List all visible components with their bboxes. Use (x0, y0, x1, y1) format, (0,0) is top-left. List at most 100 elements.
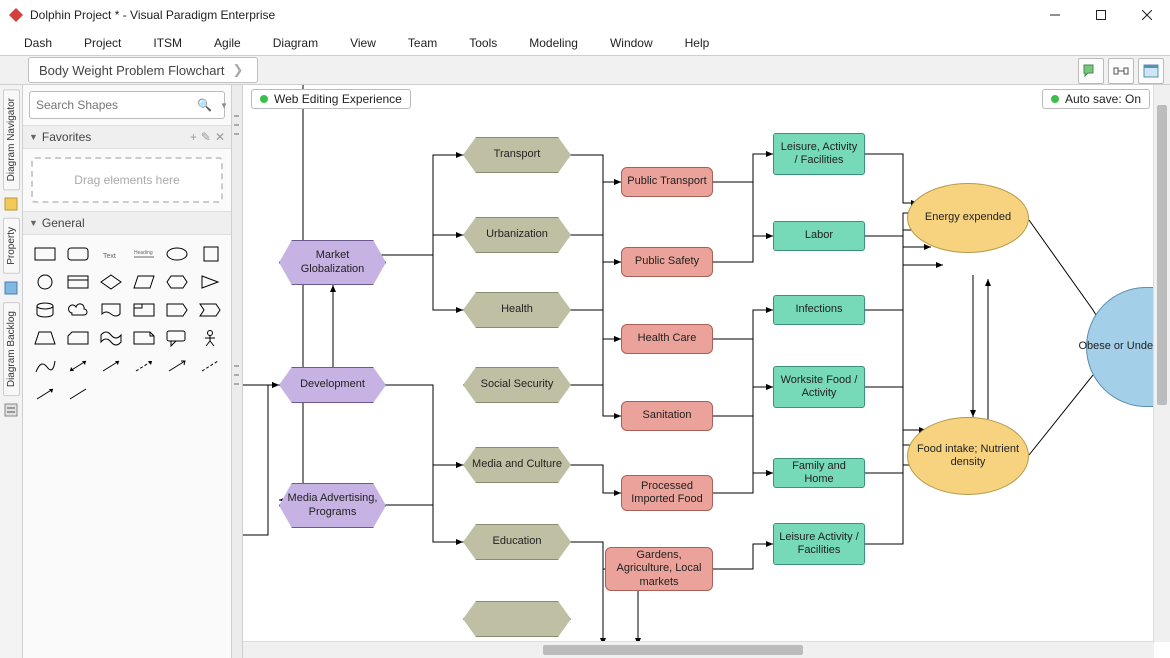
shape-ellipse[interactable] (161, 241, 192, 267)
node-transport[interactable]: Transport (463, 137, 571, 173)
shape-trapezoid[interactable] (29, 325, 60, 351)
shape-circle[interactable] (29, 269, 60, 295)
shape-diamond[interactable] (95, 269, 126, 295)
menu-team[interactable]: Team (392, 32, 453, 54)
shape-document[interactable] (95, 297, 126, 323)
menu-window[interactable]: Window (594, 32, 669, 54)
shape-text[interactable]: Text (95, 241, 126, 267)
web-editing-banner[interactable]: Web Editing Experience (251, 89, 411, 109)
autosave-banner[interactable]: Auto save: On (1042, 89, 1150, 109)
node-leisure-facilities[interactable]: Leisure, Activity / Facilities (773, 133, 865, 175)
sidetab-diagram-backlog[interactable]: Diagram Backlog (3, 302, 20, 396)
shape-line-arrow2[interactable] (29, 381, 60, 407)
shape-rect[interactable] (29, 241, 60, 267)
feedback-icon[interactable] (1078, 58, 1104, 84)
close-button[interactable] (1124, 0, 1170, 30)
shape-roundrect[interactable] (62, 241, 93, 267)
backlog-icon (3, 402, 19, 418)
node-media-advertising[interactable]: Media Advertising, Programs (279, 483, 386, 528)
panel-icon[interactable] (1138, 58, 1164, 84)
sidetab-diagram-navigator[interactable]: Diagram Navigator (3, 89, 20, 190)
shape-hexagon[interactable] (161, 269, 192, 295)
sidetab-property[interactable]: Property (3, 218, 20, 274)
shape-frame[interactable] (128, 297, 159, 323)
general-header[interactable]: ▼ General (23, 211, 231, 235)
shape-data[interactable] (161, 297, 192, 323)
shape-arrow-bi[interactable] (62, 353, 93, 379)
node-hex-bottom[interactable] (463, 601, 571, 637)
node-health-care[interactable]: Health Care (621, 324, 713, 354)
node-labor[interactable]: Labor (773, 221, 865, 251)
node-worksite-food[interactable]: Worksite Food / Activity (773, 366, 865, 408)
node-sanitation[interactable]: Sanitation (621, 401, 713, 431)
menu-dash[interactable]: Dash (8, 32, 68, 54)
splitter[interactable] (232, 85, 243, 658)
favorites-header[interactable]: ▼ Favorites + ✎ ✕ (23, 125, 231, 149)
search-container: 🔍 ▼ (23, 85, 231, 125)
shape-dash-arrow[interactable] (128, 353, 159, 379)
edit-icon[interactable]: ✎ (201, 130, 211, 144)
node-development[interactable]: Development (279, 367, 386, 403)
scrollbar-thumb[interactable] (1157, 105, 1167, 405)
scrollbar-thumb[interactable] (543, 645, 803, 655)
shape-step[interactable] (194, 297, 225, 323)
node-social-security[interactable]: Social Security (463, 367, 571, 403)
shape-note[interactable] (128, 325, 159, 351)
node-public-safety[interactable]: Public Safety (621, 247, 713, 277)
minimize-button[interactable] (1032, 0, 1078, 30)
shape-heading[interactable]: Heading (128, 241, 159, 267)
node-health[interactable]: Health (463, 292, 571, 328)
layout-icon[interactable] (1108, 58, 1134, 84)
shape-arrow[interactable] (95, 353, 126, 379)
shape-card[interactable] (62, 325, 93, 351)
grip-icon (234, 365, 239, 385)
remove-icon[interactable]: ✕ (215, 130, 225, 144)
menu-itsm[interactable]: ITSM (137, 32, 198, 54)
menu-agile[interactable]: Agile (198, 32, 257, 54)
node-infections[interactable]: Infections (773, 295, 865, 325)
vertical-scrollbar[interactable] (1153, 85, 1170, 642)
toolbar-right (1078, 58, 1164, 84)
shape-cloud[interactable] (62, 297, 93, 323)
node-urbanization[interactable]: Urbanization (463, 217, 571, 253)
window-title: Dolphin Project * - Visual Paradigm Ente… (30, 8, 1032, 22)
menu-view[interactable]: View (334, 32, 392, 54)
shape-square[interactable] (194, 241, 225, 267)
node-gardens[interactable]: Gardens, Agriculture, Local markets (605, 547, 713, 591)
menu-tools[interactable]: Tools (453, 32, 513, 54)
node-education[interactable]: Education (463, 524, 571, 560)
search-dropdown-icon[interactable]: ▼ (216, 101, 232, 110)
search-box[interactable]: 🔍 ▼ (29, 91, 225, 119)
shape-container[interactable] (62, 269, 93, 295)
shape-callout[interactable] (161, 325, 192, 351)
shape-parallelogram[interactable] (128, 269, 159, 295)
node-media-culture[interactable]: Media and Culture (463, 447, 571, 483)
node-family-home[interactable]: Family and Home (773, 458, 865, 488)
shape-line-dash[interactable] (194, 353, 225, 379)
shape-cylinder[interactable] (29, 297, 60, 323)
node-energy-expended[interactable]: Energy expended (907, 183, 1029, 253)
maximize-button[interactable] (1078, 0, 1124, 30)
menu-project[interactable]: Project (68, 32, 137, 54)
menu-diagram[interactable]: Diagram (257, 32, 334, 54)
shape-triangle[interactable] (194, 269, 225, 295)
menu-modeling[interactable]: Modeling (513, 32, 594, 54)
horizontal-scrollbar[interactable] (243, 641, 1154, 658)
shape-actor[interactable] (194, 325, 225, 351)
node-food-intake[interactable]: Food intake; Nutrient density (907, 417, 1029, 495)
node-market-globalization[interactable]: Market Globalization (279, 240, 386, 285)
menu-help[interactable]: Help (669, 32, 726, 54)
add-icon[interactable]: + (190, 130, 197, 144)
search-icon[interactable]: 🔍 (193, 98, 216, 112)
favorites-dropzone[interactable]: Drag elements here (31, 157, 223, 203)
node-processed-food[interactable]: Processed Imported Food (621, 475, 713, 511)
shape-curve[interactable] (29, 353, 60, 379)
shape-tape[interactable] (95, 325, 126, 351)
search-input[interactable] (34, 94, 193, 116)
node-leisure-activity[interactable]: Leisure Activity / Facilities (773, 523, 865, 565)
shape-open-arrow[interactable] (161, 353, 192, 379)
breadcrumb[interactable]: Body Weight Problem Flowchart ❯ (28, 57, 258, 83)
diagram-canvas[interactable]: Market Globalization Development Media A… (243, 85, 1170, 658)
node-public-transport[interactable]: Public Transport (621, 167, 713, 197)
shape-line[interactable] (62, 381, 93, 407)
